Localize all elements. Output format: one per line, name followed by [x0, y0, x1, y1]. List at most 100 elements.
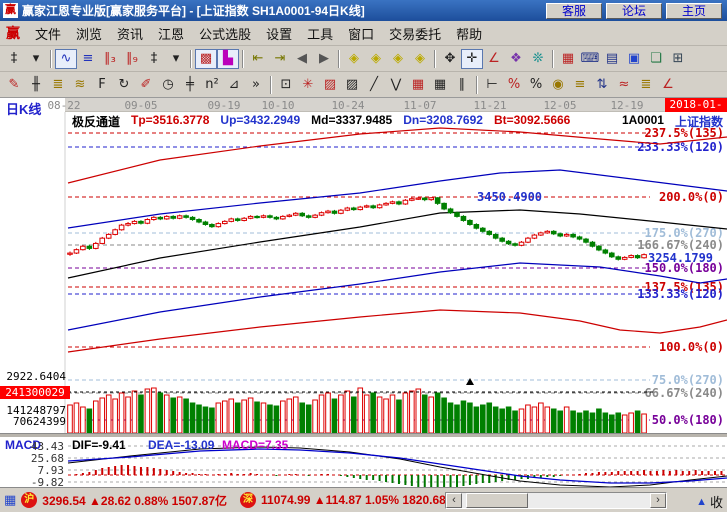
channel-line-dn	[68, 263, 727, 330]
menu-gann[interactable]: 江恩	[158, 24, 184, 43]
zoom-in-icon[interactable]: ◈	[409, 49, 431, 69]
menu-browse[interactable]: 浏览	[76, 24, 102, 43]
wave-icon[interactable]: ≈	[613, 75, 635, 95]
toolbar-separator	[190, 50, 192, 68]
crosshair-icon[interactable]: ✛	[461, 49, 483, 69]
j-line-icon[interactable]: ∠	[657, 75, 679, 95]
chart-area[interactable]: 237.5%(135)233.33%(120)200.0%(0)175.0%(2…	[0, 98, 727, 487]
updown-marks-icon[interactable]: ⇅	[591, 75, 613, 95]
angle-flag-icon[interactable]: ⊿	[223, 75, 245, 95]
first-bar-icon[interactable]: ⇤	[247, 49, 269, 69]
calendar-icon[interactable]: ▦	[557, 49, 579, 69]
toolbar-separator	[434, 50, 436, 68]
fibonacci-icon[interactable]: F	[91, 75, 113, 95]
calculator-icon[interactable]: ⌨	[579, 49, 601, 69]
trendline-icon[interactable]: ╱	[363, 75, 385, 95]
candle-tool-icon[interactable]: ‡	[143, 49, 165, 69]
menu-file[interactable]: 文件	[35, 24, 61, 43]
percent-icon[interactable]: %	[525, 75, 547, 95]
date-tick: 10-24	[328, 99, 368, 112]
parallel-line-icon[interactable]: ∥	[451, 75, 473, 95]
zoom-out-icon[interactable]: ◈	[387, 49, 409, 69]
menu-help[interactable]: 帮助	[456, 24, 482, 43]
gann-fan-icon[interactable]: ✳	[297, 75, 319, 95]
angle-tool-icon[interactable]: ∠	[483, 49, 505, 69]
web-icon[interactable]: ❏	[645, 49, 667, 69]
box-tool-icon[interactable]: ⊡	[275, 75, 297, 95]
customer-service-button[interactable]: 客服	[546, 3, 602, 19]
golden-circle-icon[interactable]: ◉	[547, 75, 569, 95]
channel-name: 极反通道	[72, 113, 120, 126]
macd-dif-value: DIF=-9.41	[72, 438, 126, 452]
menu-news[interactable]: 资讯	[117, 24, 143, 43]
price-grid-icon[interactable]: ╪	[179, 75, 201, 95]
golden-section-icon[interactable]: ≣	[47, 75, 69, 95]
v-line-icon[interactable]: ⋁	[385, 75, 407, 95]
pencil-tool-icon[interactable]: ✐	[135, 75, 157, 95]
menu-formula-picker[interactable]: 公式选股	[199, 24, 251, 43]
gann-box-icon[interactable]: ▩	[195, 49, 217, 69]
gann-grid-line-icon[interactable]: ╫	[25, 75, 47, 95]
volume-profile-icon[interactable]: ▙	[217, 49, 239, 69]
pan-hand-icon[interactable]: ✥	[439, 49, 461, 69]
shape-pattern2-icon[interactable]: ▨	[341, 75, 363, 95]
shanghai-market-icon[interactable]: 沪	[21, 492, 37, 508]
receive-label: 收	[710, 492, 723, 511]
date-tick: 11-21	[470, 99, 510, 112]
square-grid2-icon[interactable]: ▦	[429, 75, 451, 95]
prev-bar-icon[interactable]: ◀	[291, 49, 313, 69]
forum-button[interactable]: 论坛	[606, 3, 662, 19]
draw-pen-icon[interactable]: ✎	[3, 75, 25, 95]
menu-settings[interactable]: 设置	[266, 24, 292, 43]
golden-level-icon[interactable]: ≡	[569, 75, 591, 95]
scroll-right-arrow-icon[interactable]: ›	[650, 493, 666, 508]
scrollbar-thumb[interactable]	[466, 493, 528, 508]
spiral-icon[interactable]: ↻	[113, 75, 135, 95]
zigzag-tool-icon[interactable]: ∿	[55, 49, 77, 69]
shift-right-icon[interactable]: ◈	[365, 49, 387, 69]
period-label[interactable]: 日K线	[6, 99, 41, 118]
time-cycle-icon[interactable]: ◷	[157, 75, 179, 95]
n-square-icon[interactable]: n²	[201, 75, 223, 95]
scroll-left-arrow-icon[interactable]: ‹	[446, 493, 462, 508]
toolbar-separator	[476, 76, 478, 94]
date-axis: 08-2209-0509-1910-1010-2411-0711-2112-05…	[65, 98, 727, 112]
gann-level-label: 200.0%(0)	[659, 190, 724, 204]
kline-style-icon[interactable]: ‡	[3, 49, 25, 69]
menu-tools[interactable]: 工具	[307, 24, 333, 43]
gann-square-icon[interactable]: ❖	[505, 49, 527, 69]
toolbar-separator	[270, 76, 272, 94]
print-icon[interactable]: ⊞	[667, 49, 689, 69]
major-trend-icon[interactable]: ∥₉	[121, 49, 143, 69]
notepad-icon[interactable]: ▤	[601, 49, 623, 69]
chart-canvas[interactable]: 237.5%(135)233.33%(120)200.0%(0)175.0%(2…	[0, 98, 727, 487]
shape-pattern-icon[interactable]: ▨	[319, 75, 341, 95]
shift-left-icon[interactable]: ◈	[343, 49, 365, 69]
sz-index-change: ▲114.87	[314, 493, 362, 507]
smart-analysis-icon[interactable]: ❊	[527, 49, 549, 69]
quote-table-icon[interactable]: ▦	[4, 492, 16, 508]
percent-retrace-icon[interactable]: %	[503, 75, 525, 95]
app-window: 赢 赢家江恩专业版[赢家服务平台] - [上证指数 SH1A0001-94日K线…	[0, 0, 727, 512]
toolbar-separator	[552, 50, 554, 68]
save-icon[interactable]: ▣	[623, 49, 645, 69]
square-grid-icon[interactable]: ▦	[407, 75, 429, 95]
minor-trend-icon[interactable]: ∥₃	[99, 49, 121, 69]
menu-window[interactable]: 窗口	[348, 24, 374, 43]
channel-md: Md=3337.9485	[311, 113, 392, 126]
current-date-badge: 2018-01-30	[665, 98, 727, 112]
measure-icon[interactable]: ⊢	[481, 75, 503, 95]
kline-style-dropdown-icon[interactable]: ▾	[25, 49, 47, 69]
more-tools-icon[interactable]: »	[245, 75, 267, 95]
horizontal-scrollbar[interactable]: ‹ ›	[445, 492, 667, 509]
last-bar-icon[interactable]: ⇥	[269, 49, 291, 69]
homepage-button[interactable]: 主页	[666, 3, 722, 19]
menu-trading[interactable]: 交易委托	[389, 24, 441, 43]
next-bar-icon[interactable]: ▶	[313, 49, 335, 69]
indicator-list-icon[interactable]: ≡	[77, 49, 99, 69]
candle-dropdown-icon[interactable]: ▾	[165, 49, 187, 69]
channel-dn: Dn=3208.7692	[403, 113, 483, 126]
golden-ratio-icon[interactable]: ≋	[69, 75, 91, 95]
gold-underline-icon[interactable]: ≣	[635, 75, 657, 95]
shenzhen-market-icon[interactable]: 深	[240, 492, 256, 508]
